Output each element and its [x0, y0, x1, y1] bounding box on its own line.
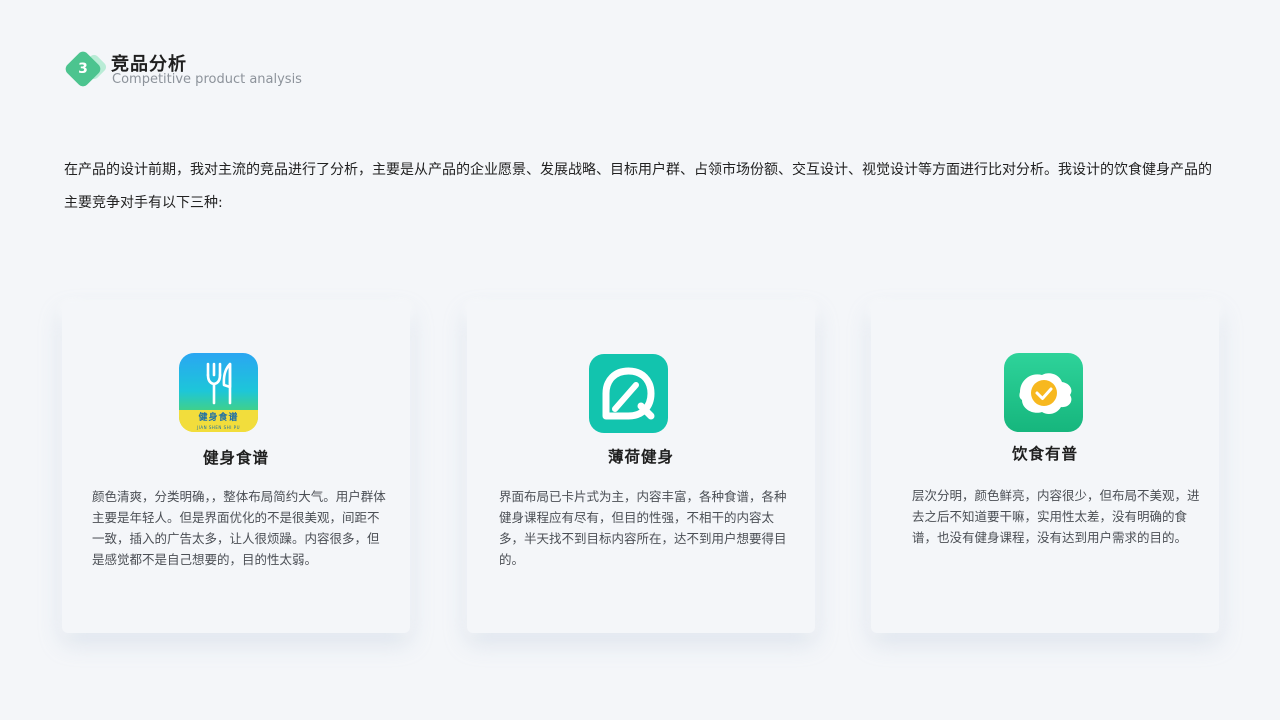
competitor-card-bohe-jianshen: 薄荷健身 界面布局已卡片式为主，内容丰富，各种食谱，各种健身课程应有尽有，但目的…	[467, 303, 815, 633]
intro-paragraph: 在产品的设计前期，我对主流的竞品进行了分析，主要是从产品的企业愿景、发展战略、目…	[64, 162, 1212, 211]
icon-label: 健身食谱	[198, 413, 239, 423]
fried-egg-graphic	[1019, 373, 1072, 415]
competitor-card-jianshen-shipu: 健身食谱 JIAN SHEN SHI PU 健身食谱 颜色清爽，分类明确，，整体…	[62, 303, 410, 633]
fried-egg-check-icon	[1004, 353, 1083, 432]
competitor-description: 层次分明，颜色鲜亮，内容很少，但布局不美观，进去之后不知道要干嘛，实用性太差，没…	[912, 488, 1200, 545]
mint-leaf-icon	[589, 354, 668, 433]
competitor-name: 健身食谱	[202, 449, 269, 467]
mint-leaf-graphic	[602, 367, 655, 420]
competitor-description: 界面布局已卡片式为主，内容丰富，各种食谱，各种健身课程应有尽有，但目的性强，不相…	[499, 489, 787, 567]
competitor-name: 饮食有普	[1011, 445, 1078, 463]
competitor-description: 颜色清爽，分类明确，，整体布局简约大气。用户群体主要是年轻人。但是界面优化的不是…	[92, 489, 386, 567]
section-subtitle: Competitive product analysis	[112, 72, 302, 87]
competitor-card-yinshi-youpu: 饮食有普 层次分明，颜色鲜亮，内容很少，但布局不美观，进去之后不知道要干嘛，实用…	[871, 303, 1219, 633]
section-number-badge: 3	[63, 49, 109, 89]
fork-knife-icon: 健身食谱 JIAN SHEN SHI PU	[179, 353, 258, 432]
competitor-name: 薄荷健身	[607, 448, 674, 466]
section-number: 3	[78, 61, 88, 77]
icon-sublabel: JIAN SHEN SHI PU	[196, 425, 241, 430]
